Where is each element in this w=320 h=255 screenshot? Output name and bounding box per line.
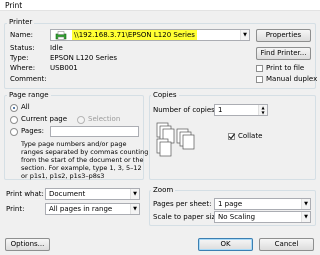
window-title: Print — [5, 1, 23, 10]
page-range-help-2: ranges separated by commas counting — [21, 148, 149, 156]
printer-name-select[interactable]: \\192.168.3.71\EPSON L120 Series ▼ — [50, 29, 250, 41]
copies-legend: Copies — [151, 91, 179, 99]
where-label: Where: — [10, 64, 36, 72]
spinner-icon[interactable]: ▲ ▼ — [258, 105, 267, 115]
status-label: Status: — [10, 44, 35, 52]
collate-icon — [156, 122, 216, 158]
pages-per-sheet-label: Pages per sheet: — [153, 200, 212, 208]
manual-duplex-label[interactable]: Manual duplex — [266, 75, 317, 84]
print-select-value: All pages in range — [49, 205, 113, 213]
pages-per-sheet-select[interactable]: 1 page ▼ — [214, 198, 311, 210]
all-radio[interactable] — [10, 104, 18, 112]
type-label: Type: — [10, 54, 29, 62]
print-what-label: Print what: — [6, 190, 44, 198]
number-of-copies-label: Number of copies: — [153, 106, 218, 114]
current-page-radio[interactable] — [10, 116, 18, 124]
print-to-file-label[interactable]: Print to file — [266, 64, 304, 73]
chevron-down-icon[interactable]: ▼ — [130, 204, 139, 214]
page-range-help-5: or p1s1, p1s2, p1s3–p8s3 — [21, 172, 105, 180]
properties-button[interactable]: Properties — [256, 29, 311, 42]
collate-checkbox[interactable] — [228, 133, 235, 140]
print-what-value: Document — [49, 190, 86, 198]
pages-per-sheet-value: 1 page — [218, 200, 243, 208]
page-range-help-1: Type page numbers and/or page — [21, 140, 127, 148]
chevron-down-icon[interactable]: ▼ — [240, 30, 249, 40]
status-value: Idle — [50, 44, 63, 52]
chevron-down-icon[interactable]: ▼ — [301, 199, 310, 209]
pages-label[interactable]: Pages: — [21, 127, 44, 136]
pages-radio[interactable] — [10, 128, 18, 136]
type-value: EPSON L120 Series — [50, 54, 118, 62]
printer-name-label: Name: — [10, 31, 34, 39]
find-printer-button[interactable]: Find Printer... — [256, 47, 311, 60]
ok-button[interactable]: OK — [198, 238, 253, 251]
printer-legend: Printer — [7, 18, 35, 26]
current-page-label[interactable]: Current page — [21, 115, 67, 124]
print-to-file-checkbox[interactable] — [256, 65, 263, 72]
printer-name-value: \\192.168.3.71\EPSON L120 Series — [72, 30, 197, 40]
print-label: Print: — [6, 205, 25, 213]
copies-value: 1 — [218, 106, 223, 114]
where-value: USB001 — [50, 64, 78, 72]
manual-duplex-checkbox[interactable] — [256, 76, 263, 83]
collate-label[interactable]: Collate — [238, 132, 262, 141]
zoom-legend: Zoom — [151, 186, 176, 194]
page-range-legend: Page range — [7, 91, 51, 99]
page-range-help-3: from the start of the document or the — [21, 156, 144, 164]
print-what-select[interactable]: Document ▼ — [45, 188, 140, 200]
scale-value: No Scaling — [218, 213, 256, 221]
options-button[interactable]: Options... — [5, 238, 50, 251]
copies-spinner[interactable]: 1 ▲ ▼ — [214, 104, 268, 116]
printer-icon — [55, 31, 67, 40]
selection-label: Selection — [88, 115, 121, 123]
selection-radio — [77, 116, 85, 124]
all-label[interactable]: All — [21, 103, 30, 112]
title-bar: Print — [0, 0, 320, 11]
chevron-down-icon[interactable]: ▼ — [301, 212, 310, 222]
cancel-button[interactable]: Cancel — [259, 238, 314, 251]
page-range-help-4: section. For example, type 1, 3, 5–12 — [21, 164, 142, 172]
print-select[interactable]: All pages in range ▼ — [45, 203, 140, 215]
chevron-down-icon[interactable]: ▼ — [130, 189, 139, 199]
comment-label: Comment: — [10, 75, 47, 83]
scale-select[interactable]: No Scaling ▼ — [214, 211, 311, 223]
pages-input[interactable] — [50, 126, 139, 137]
scale-label: Scale to paper size: — [153, 213, 222, 221]
